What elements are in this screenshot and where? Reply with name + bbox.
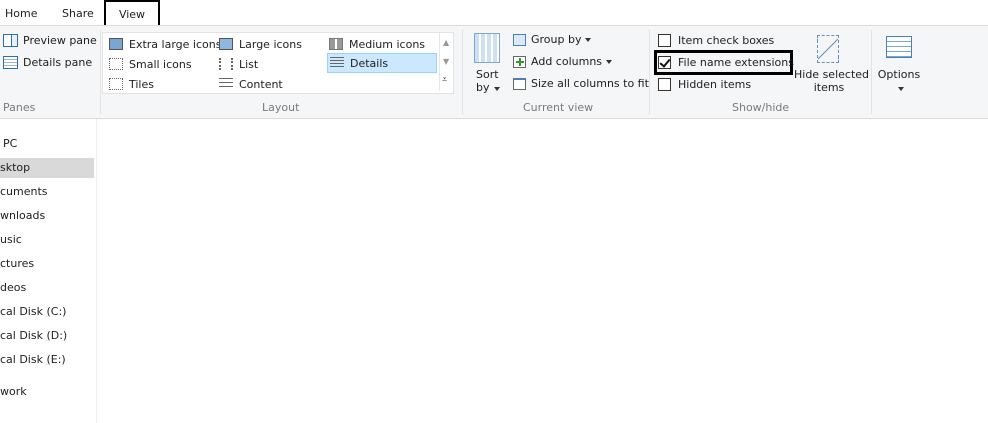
- nav-item-label: sktop: [0, 161, 31, 174]
- hide-selected-items-icon: [817, 35, 839, 63]
- panes-group-label: Panes: [3, 101, 36, 114]
- ribbon-view: Preview pane Details pane Panes Extra la…: [0, 26, 988, 119]
- preview-pane-button[interactable]: Preview pane: [3, 34, 97, 47]
- layout-item-label: Small icons: [129, 57, 192, 71]
- sort-by-icon: [474, 33, 500, 63]
- add-columns-label: Add columns: [531, 55, 603, 68]
- layout-item-label: Extra large icons: [129, 37, 222, 51]
- hidden-items-toggle[interactable]: Hidden items: [658, 78, 751, 91]
- layout-content[interactable]: Content: [219, 75, 283, 93]
- nav-item-documents[interactable]: cuments: [0, 182, 48, 202]
- details-pane-icon: [3, 56, 18, 69]
- options-button[interactable]: Options: [876, 33, 922, 97]
- group-separator: [871, 30, 872, 114]
- sort-by-label-line2: by: [476, 81, 490, 94]
- layout-item-label: Large icons: [239, 37, 302, 51]
- chevron-down-icon: [898, 87, 904, 91]
- layout-item-label: Details: [350, 56, 389, 70]
- hide-selected-label-line1: Hide selected: [794, 68, 870, 81]
- file-name-extensions-toggle[interactable]: File name extensions: [658, 56, 794, 69]
- layout-item-label: Tiles: [129, 77, 154, 91]
- item-check-boxes-toggle[interactable]: Item check boxes: [658, 34, 774, 47]
- layout-item-label: Content: [239, 77, 283, 91]
- medium-icons-icon: [329, 38, 343, 50]
- details-pane-button[interactable]: Details pane: [3, 56, 92, 69]
- hidden-items-label: Hidden items: [678, 78, 752, 91]
- tab-share[interactable]: Share: [62, 0, 94, 25]
- item-check-boxes-label: Item check boxes: [678, 34, 775, 47]
- nav-item-local-disk-e[interactable]: cal Disk (E:): [0, 350, 66, 370]
- tab-view[interactable]: View: [104, 0, 160, 25]
- content-icon: [219, 78, 233, 90]
- file-name-extensions-label: File name extensions: [678, 56, 794, 69]
- preview-pane-icon: [3, 34, 18, 47]
- item-check-boxes-checkbox[interactable]: [658, 34, 671, 47]
- current-view-group-label: Current view: [523, 101, 594, 114]
- layout-medium-icons[interactable]: Medium icons: [329, 35, 425, 53]
- nav-item-this-pc[interactable]: PC: [3, 134, 17, 154]
- options-icon: [886, 36, 912, 58]
- layout-details[interactable]: Details: [327, 53, 437, 73]
- layout-large-icons[interactable]: Large icons: [219, 35, 302, 53]
- nav-item-videos[interactable]: deos: [0, 278, 26, 298]
- layout-extra-large-icons[interactable]: Extra large icons: [109, 35, 221, 53]
- preview-pane-label: Preview pane: [23, 34, 97, 47]
- size-columns-icon: [513, 77, 526, 90]
- gallery-scrollbar[interactable]: ▲ ▼ ⩡: [439, 33, 453, 91]
- group-by-button[interactable]: Group by: [513, 33, 592, 46]
- chevron-down-icon: [493, 87, 500, 91]
- show-hide-group-label: Show/hide: [732, 101, 790, 114]
- options-label: Options: [877, 68, 921, 81]
- group-separator: [100, 30, 101, 114]
- sort-by-button[interactable]: Sort by: [472, 33, 502, 97]
- nav-item-network[interactable]: work: [0, 382, 27, 402]
- chevron-down-icon: [585, 37, 592, 42]
- hide-selected-label-line2: items: [813, 81, 845, 94]
- layout-item-label: List: [239, 57, 259, 71]
- nav-item-local-disk-c[interactable]: cal Disk (C:): [0, 302, 66, 322]
- ribbon-tab-bar: Home Share View: [0, 0, 988, 26]
- group-separator: [649, 30, 650, 114]
- add-columns-icon: [513, 55, 526, 68]
- layout-gallery: Extra large icons Large icons Medium ico…: [102, 32, 454, 94]
- small-icons-icon: [109, 58, 123, 70]
- nav-item-downloads[interactable]: wnloads: [0, 206, 45, 226]
- group-by-label: Group by: [531, 33, 582, 46]
- layout-item-label: Medium icons: [349, 37, 426, 51]
- list-icon: [219, 58, 233, 70]
- hidden-items-checkbox[interactable]: [658, 78, 671, 91]
- nav-item-desktop[interactable]: sktop: [0, 158, 94, 178]
- size-all-columns-button[interactable]: Size all columns to fit: [513, 77, 649, 90]
- details-pane-label: Details pane: [23, 56, 93, 69]
- nav-item-local-disk-d[interactable]: cal Disk (D:): [0, 326, 67, 346]
- file-name-extensions-checkbox[interactable]: [658, 56, 671, 69]
- large-icons-icon: [219, 38, 233, 50]
- tiles-icon: [109, 78, 123, 90]
- extra-large-icons-icon: [109, 38, 123, 50]
- layout-small-icons[interactable]: Small icons: [109, 55, 192, 73]
- navigation-pane: PC sktop cuments wnloads usic ctures deo…: [0, 119, 97, 423]
- details-icon: [330, 57, 344, 69]
- gallery-expand-icon[interactable]: ⩡: [442, 75, 447, 85]
- gallery-scroll-up-icon[interactable]: ▲: [443, 38, 449, 47]
- size-all-columns-label: Size all columns to fit: [531, 77, 649, 90]
- nav-item-music[interactable]: usic: [0, 230, 22, 250]
- layout-tiles[interactable]: Tiles: [109, 75, 154, 93]
- nav-item-pictures[interactable]: ctures: [0, 254, 34, 274]
- layout-list[interactable]: List: [219, 55, 258, 73]
- sort-by-label-line1: Sort: [476, 68, 499, 81]
- group-by-icon: [513, 33, 526, 46]
- chevron-down-icon: [606, 59, 613, 64]
- hide-selected-items-button[interactable]: Hide selected items: [794, 33, 870, 97]
- layout-group-label: Layout: [262, 101, 300, 114]
- file-list-area[interactable]: [97, 119, 988, 423]
- group-separator: [462, 30, 463, 114]
- gallery-scroll-down-icon[interactable]: ▼: [443, 57, 449, 66]
- tab-home[interactable]: Home: [5, 0, 37, 25]
- add-columns-button[interactable]: Add columns: [513, 55, 613, 68]
